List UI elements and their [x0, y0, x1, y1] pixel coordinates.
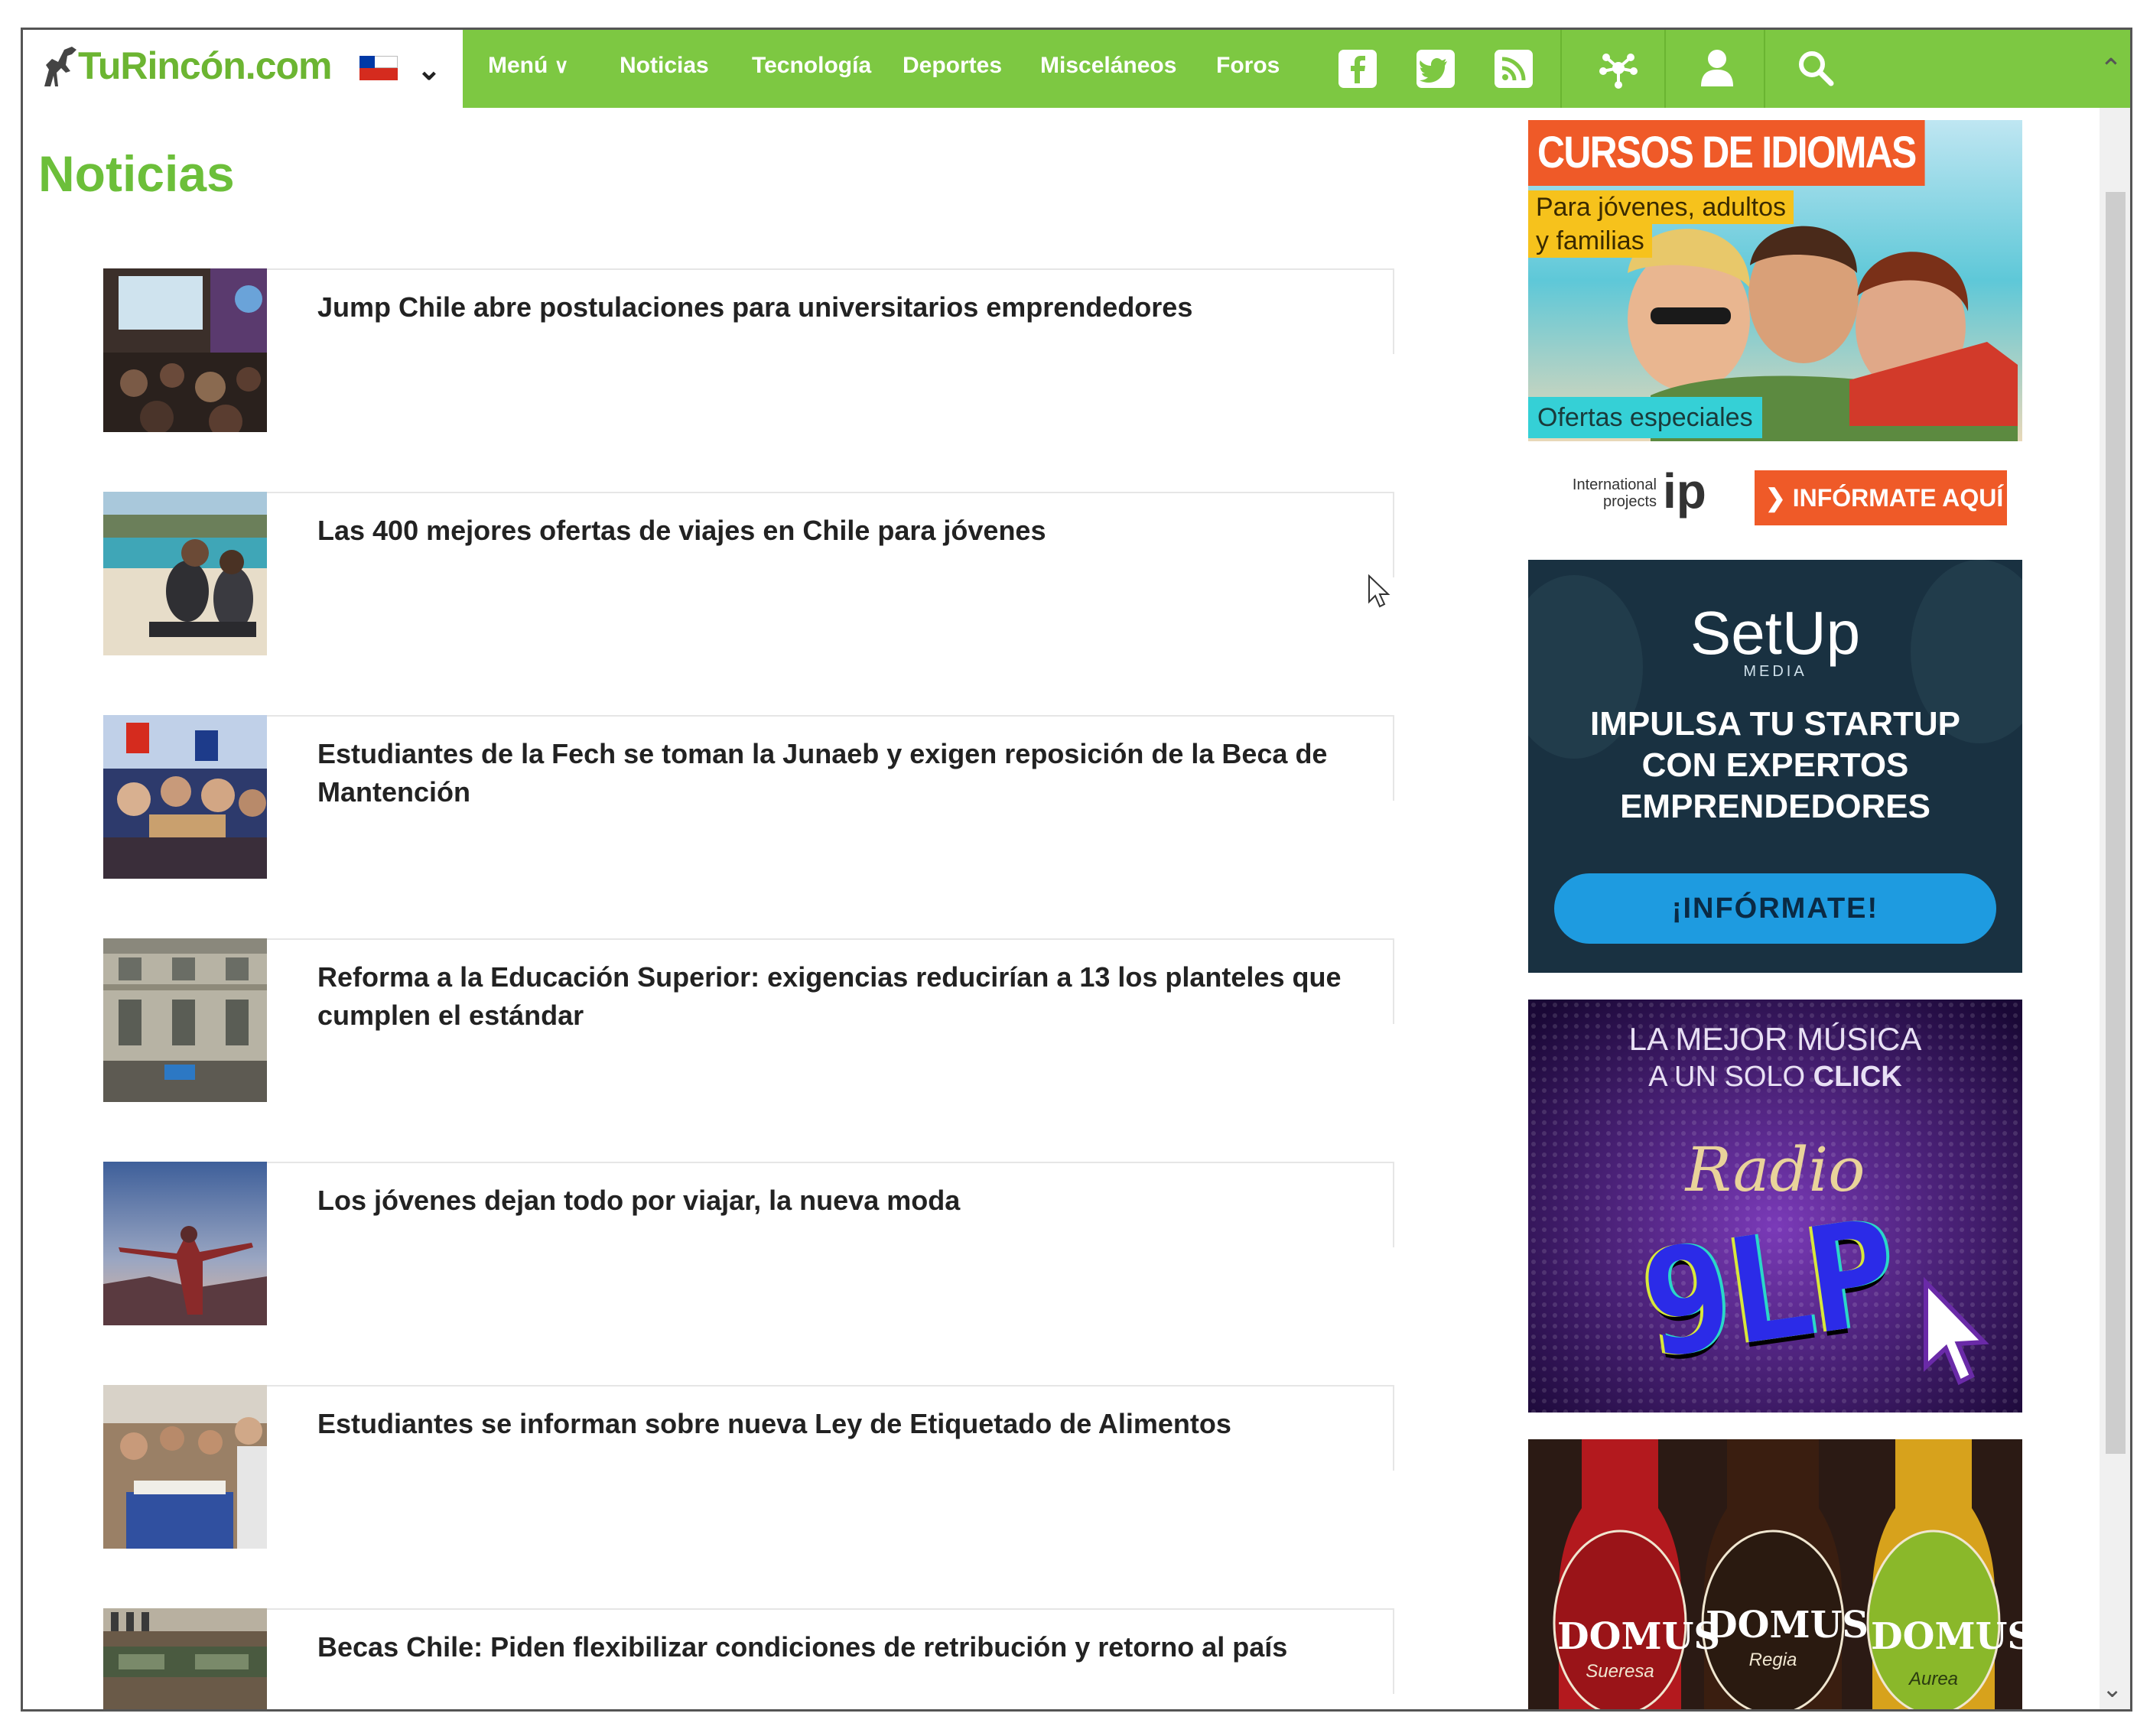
scroll-down-icon[interactable]: ⌄ — [2102, 1674, 2122, 1703]
ad-radio-logo: 9LP — [1632, 1188, 1902, 1390]
site-logo[interactable]: TuRincón.com — [23, 30, 338, 108]
country-selector[interactable]: ⌄ — [337, 30, 463, 108]
chevron-down-icon: ⌄ — [417, 54, 441, 86]
article-thumbnail[interactable] — [103, 938, 267, 1102]
chevron-down-icon: ∨ — [554, 54, 569, 77]
twitter-icon[interactable] — [1417, 50, 1455, 88]
nav-divider — [1764, 30, 1765, 108]
ad-radio-9lp[interactable]: LA MEJOR MÚSICA A UN SOLO CLICK Radio 9L… — [1528, 1000, 2022, 1413]
ad-domus-beer[interactable]: DOMUS DOMUS DOMUS Sueresa Regia Aurea — [1528, 1439, 2022, 1709]
nav-item-deportes[interactable]: Deportes — [903, 53, 1002, 79]
browser-window: TuRincón.com ⌄ Menú ∨ Noticias Tecnologí… — [21, 28, 2132, 1712]
nav-item-miscelaneos[interactable]: Misceláneos — [1040, 53, 1176, 79]
article-thumbnail[interactable] — [103, 1385, 267, 1549]
article-item[interactable]: Reforma a la Educación Superior: exigenc… — [103, 938, 1394, 1102]
ad-idiomas-subtitle: Para jóvenes, adultos — [1528, 190, 1794, 224]
vertical-scrollbar[interactable] — [2100, 108, 2130, 1709]
rss-icon[interactable] — [1495, 50, 1533, 88]
ad-idiomas-cta-label: INFÓRMATE AQUÍ — [1792, 484, 2004, 512]
ad-idiomas-brand-line: International — [1572, 476, 1657, 493]
ad-domus-variant: Aurea — [1908, 1669, 1959, 1689]
article-headline[interactable]: Estudiantes de la Fech se toman la Junae… — [317, 735, 1365, 811]
logo-text: TuRincón.com — [78, 44, 333, 87]
ad-idiomas-cta-button[interactable]: ❯ INFÓRMATE AQUÍ — [1755, 470, 2007, 525]
ad-cursos-idiomas[interactable]: CURSOS DE IDIOMAS Para jóvenes, adultos … — [1528, 120, 2022, 533]
ad-idiomas-brand-line: projects — [1602, 493, 1657, 510]
ad-radio-line: LA MEJOR MÚSICA — [1628, 1021, 1922, 1057]
chile-flag-icon — [359, 56, 398, 80]
ad-setup-cta-button[interactable]: ¡INFÓRMATE! — [1554, 873, 1996, 944]
page-title: Noticias — [38, 145, 235, 202]
article-item[interactable]: Estudiantes de la Fech se toman la Junae… — [103, 715, 1394, 879]
scroll-up-icon[interactable]: ⌃ — [2100, 53, 2122, 85]
ad-setup-logo-sub: MEDIA — [1743, 663, 1807, 680]
article-thumbnail[interactable] — [103, 492, 267, 655]
ad-setup-media[interactable]: SetUp MEDIA IMPULSA TU STARTUP CON EXPER… — [1528, 560, 2022, 973]
network-icon[interactable] — [1597, 47, 1640, 89]
nav-item-noticias[interactable]: Noticias — [620, 53, 709, 79]
ad-setup-line: CON EXPERTOS — [1641, 746, 1909, 784]
facebook-icon[interactable] — [1338, 50, 1377, 88]
article-headline[interactable]: Estudiantes se informan sobre nueva Ley … — [317, 1405, 1365, 1443]
nav-divider — [1664, 30, 1666, 108]
ad-domus-variant: Regia — [1748, 1650, 1797, 1670]
ad-setup-logo: SetUp — [1690, 599, 1861, 667]
ad-domus-brand: DOMUS — [1557, 1615, 1721, 1658]
scrollbar-thumb[interactable] — [2106, 192, 2126, 1454]
ad-radio-line-2b: CLICK — [1813, 1061, 1902, 1093]
article-thumbnail[interactable] — [103, 268, 267, 432]
ad-radio-line-2a: A UN SOLO — [1648, 1061, 1813, 1093]
article-item[interactable]: Los jóvenes dejan todo por viajar, la nu… — [103, 1162, 1394, 1325]
article-headline[interactable]: Los jóvenes dejan todo por viajar, la nu… — [317, 1182, 1365, 1220]
article-headline[interactable]: Becas Chile: Piden flexibilizar condicio… — [317, 1628, 1365, 1666]
ad-domus-brand: DOMUS — [1871, 1615, 2022, 1658]
nav-menu-dropdown[interactable]: Menú ∨ — [488, 53, 569, 79]
search-icon[interactable] — [1794, 47, 1837, 89]
article-headline[interactable]: Las 400 mejores ofertas de viajes en Chi… — [317, 512, 1365, 550]
ad-radio-script: Radio — [1685, 1134, 1865, 1205]
ad-idiomas-brand: International projects — [1542, 476, 1657, 510]
top-navbar: TuRincón.com ⌄ Menú ∨ Noticias Tecnologí… — [23, 30, 2130, 108]
article-item[interactable]: Las 400 mejores ofertas de viajes en Chi… — [103, 492, 1394, 655]
chevron-right-icon: ❯ — [1765, 484, 1786, 512]
ad-radio-line-2: A UN SOLO CLICK — [1528, 1061, 2022, 1094]
ad-idiomas-ip-logo: ip — [1663, 463, 1706, 519]
article-headline[interactable]: Jump Chile abre postulaciones para unive… — [317, 288, 1365, 327]
article-item[interactable]: Jump Chile abre postulaciones para unive… — [103, 268, 1394, 432]
article-item[interactable]: Estudiantes se informan sobre nueva Ley … — [103, 1385, 1394, 1549]
ad-domus-brand: DOMUS — [1706, 1604, 1869, 1647]
ad-domus-variant: Sueresa — [1586, 1661, 1654, 1682]
article-thumbnail[interactable] — [103, 715, 267, 879]
nav-menu-label: Menú — [488, 53, 548, 78]
ad-idiomas-offer: Ofertas especiales — [1528, 397, 1762, 438]
article-thumbnail[interactable] — [103, 1162, 267, 1325]
article-thumbnail[interactable] — [103, 1608, 267, 1712]
mouse-cursor-icon — [1368, 574, 1391, 608]
article-item[interactable]: Becas Chile: Piden flexibilizar condicio… — [103, 1608, 1394, 1712]
ad-setup-line: EMPRENDEDORES — [1620, 788, 1930, 825]
ad-setup-line: IMPULSA TU STARTUP — [1590, 705, 1960, 743]
ad-idiomas-subtitle: y familias — [1528, 224, 1652, 258]
ad-idiomas-title: CURSOS DE IDIOMAS — [1528, 120, 1925, 186]
dinosaur-logo-icon — [44, 47, 76, 86]
user-icon[interactable] — [1698, 47, 1736, 89]
nav-divider — [1560, 30, 1562, 108]
article-headline[interactable]: Reforma a la Educación Superior: exigenc… — [317, 958, 1365, 1035]
nav-item-foros[interactable]: Foros — [1216, 53, 1280, 79]
nav-item-tecnologia[interactable]: Tecnología — [752, 53, 871, 79]
